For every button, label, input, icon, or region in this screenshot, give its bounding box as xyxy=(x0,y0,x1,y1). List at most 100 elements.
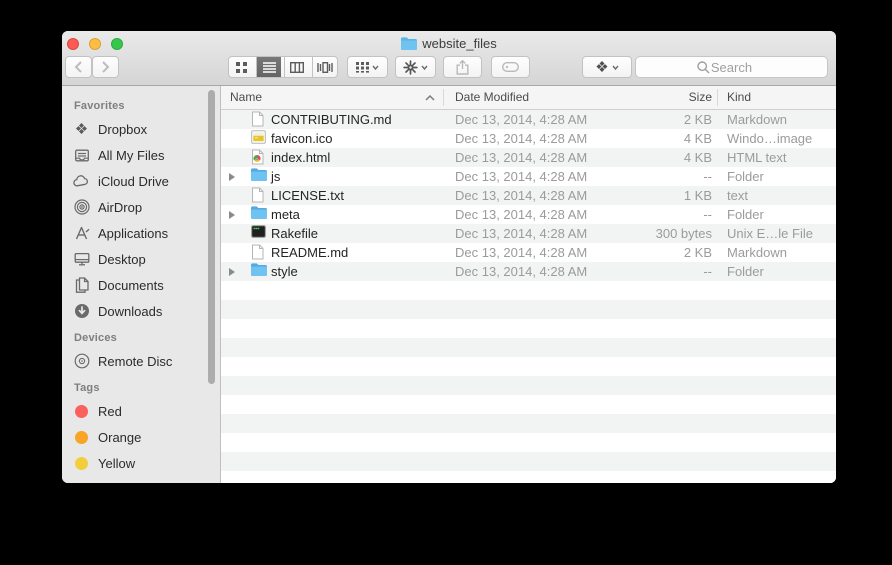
column-view-button[interactable] xyxy=(284,57,309,77)
column-divider[interactable] xyxy=(443,89,444,106)
file-date: Dec 13, 2014, 4:28 AM xyxy=(455,243,587,262)
column-header-date[interactable]: Date Modified xyxy=(455,86,529,109)
sidebar-item-desktop[interactable]: Desktop xyxy=(62,246,220,272)
coverflow-view-icon xyxy=(317,62,333,73)
file-date: Dec 13, 2014, 4:28 AM xyxy=(455,129,587,148)
table-row[interactable]: index.htmlDec 13, 2014, 4:28 AM4 KBHTML … xyxy=(221,148,836,167)
file-list: Name Date Modified Size Kind CONTRIBUTIN… xyxy=(221,86,836,483)
share-button[interactable] xyxy=(443,56,482,78)
column-header-size[interactable]: Size xyxy=(591,86,712,109)
action-menu-button[interactable] xyxy=(395,56,436,78)
file-size: 300 bytes xyxy=(591,224,712,243)
sidebar-scrollbar[interactable] xyxy=(208,90,215,384)
search-field[interactable] xyxy=(635,56,828,78)
file-kind: Folder xyxy=(727,262,764,281)
icon-view-button[interactable] xyxy=(229,57,253,77)
sidebar-item-documents[interactable]: Documents xyxy=(62,272,220,298)
file-date: Dec 13, 2014, 4:28 AM xyxy=(455,205,587,224)
folder-icon xyxy=(401,37,417,50)
file-date: Dec 13, 2014, 4:28 AM xyxy=(455,186,587,205)
file-name: style xyxy=(271,262,298,281)
table-row[interactable]: favicon.icoDec 13, 2014, 4:28 AM4 KBWind… xyxy=(221,129,836,148)
disclosure-triangle-icon[interactable] xyxy=(229,211,235,219)
table-row[interactable]: Rakefile Dec 13, 2014, 4:28 AM300 bytes Un… xyxy=(221,224,836,243)
sidebar-item-remote-disc[interactable]: Remote Disc xyxy=(62,348,220,374)
sidebar-item-red[interactable]: Red xyxy=(62,398,220,424)
file-kind: Markdown xyxy=(727,243,787,262)
tag-icon xyxy=(72,455,91,472)
file-date: Dec 13, 2014, 4:28 AM xyxy=(455,262,587,281)
disclosure-triangle-icon[interactable] xyxy=(229,268,235,276)
file-name: Rakefile xyxy=(271,224,318,243)
sidebar-item-dropbox[interactable]: ❖Dropbox xyxy=(62,116,220,142)
folder-icon xyxy=(251,263,267,279)
gear-icon xyxy=(403,60,418,75)
table-row[interactable]: metaDec 13, 2014, 4:28 AM--Folder xyxy=(221,205,836,224)
file-date: Dec 13, 2014, 4:28 AM xyxy=(455,224,587,243)
table-row[interactable]: styleDec 13, 2014, 4:28 AM--Folder xyxy=(221,262,836,281)
arrange-menu-button[interactable] xyxy=(347,56,388,78)
dropbox-menu-button[interactable]: ❖ xyxy=(582,56,632,78)
tag-button[interactable] xyxy=(491,56,530,78)
disclosure-triangle-icon[interactable] xyxy=(229,173,235,181)
column-divider[interactable] xyxy=(717,89,718,106)
file-kind: Unix E…le File xyxy=(727,224,813,243)
file-name: meta xyxy=(271,205,300,224)
column-header-kind[interactable]: Kind xyxy=(727,86,751,109)
file-date: Dec 13, 2014, 4:28 AM xyxy=(455,110,587,129)
sidebar-item-label: Yellow xyxy=(98,456,135,471)
list-view-icon xyxy=(263,62,276,73)
file-date: Dec 13, 2014, 4:28 AM xyxy=(455,148,587,167)
sidebar-item-label: Applications xyxy=(98,226,168,241)
icon-view-icon xyxy=(236,62,247,73)
back-button[interactable] xyxy=(65,56,92,78)
window-title-text: website_files xyxy=(422,36,496,51)
table-row[interactable]: README.md Dec 13, 2014, 4:28 AM2 KB Markdo… xyxy=(221,243,836,262)
sidebar-item-label: Documents xyxy=(98,278,164,293)
sidebar-item-airdrop[interactable]: AirDrop xyxy=(62,194,220,220)
executable-icon xyxy=(251,225,267,241)
document-icon xyxy=(251,244,267,260)
html-icon xyxy=(251,149,267,165)
sidebar-section-label: Devices xyxy=(74,332,220,344)
sidebar-item-all-my-files[interactable]: All My Files xyxy=(62,142,220,168)
sidebar-item-label: All My Files xyxy=(98,148,164,163)
forward-button[interactable] xyxy=(92,56,119,78)
sidebar-item-label: AirDrop xyxy=(98,200,142,215)
window-title: website_files xyxy=(62,36,836,51)
file-name: README.md xyxy=(271,243,348,262)
finder-window: website_files xyxy=(62,31,836,483)
search-input[interactable] xyxy=(636,57,827,77)
icloud-icon xyxy=(72,173,91,190)
sidebar-item-orange[interactable]: Orange xyxy=(62,424,220,450)
table-row[interactable]: jsDec 13, 2014, 4:28 AM--Folder xyxy=(221,167,836,186)
sidebar-item-label: Desktop xyxy=(98,252,146,267)
sidebar-item-downloads[interactable]: Downloads xyxy=(62,298,220,324)
file-rows: CONTRIBUTING.mdDec 13, 2014, 4:28 AM2 KB… xyxy=(221,110,836,483)
file-kind: Folder xyxy=(727,167,764,186)
sidebar-item-label: Orange xyxy=(98,430,141,445)
tag-icon xyxy=(502,62,519,72)
list-view-button[interactable] xyxy=(256,57,281,77)
file-name: LICENSE.txt xyxy=(271,186,344,205)
tag-icon xyxy=(72,429,91,446)
column-header-name[interactable]: Name xyxy=(230,86,262,109)
coverflow-view-button[interactable] xyxy=(312,57,337,77)
sidebar-item-yellow[interactable]: Yellow xyxy=(62,450,220,476)
airdrop-icon xyxy=(72,199,91,216)
sort-ascending-icon xyxy=(425,95,435,101)
file-name: favicon.ico xyxy=(271,129,332,148)
file-size: 2 KB xyxy=(591,110,712,129)
file-size: 2 KB xyxy=(591,243,712,262)
sidebar-item-label: Dropbox xyxy=(98,122,147,137)
file-size: 1 KB xyxy=(591,186,712,205)
table-row[interactable]: CONTRIBUTING.mdDec 13, 2014, 4:28 AM2 KB… xyxy=(221,110,836,129)
sidebar-item-applications[interactable]: Applications xyxy=(62,220,220,246)
sidebar-section-label: Tags xyxy=(74,382,220,394)
file-date: Dec 13, 2014, 4:28 AM xyxy=(455,167,587,186)
sidebar-item-icloud-drive[interactable]: iCloud Drive xyxy=(62,168,220,194)
table-row[interactable]: LICENSE.txtDec 13, 2014, 4:28 AM1 KBtext xyxy=(221,186,836,205)
file-size: 4 KB xyxy=(591,148,712,167)
downloads-icon xyxy=(72,303,91,320)
all-my-files-icon xyxy=(72,147,91,164)
